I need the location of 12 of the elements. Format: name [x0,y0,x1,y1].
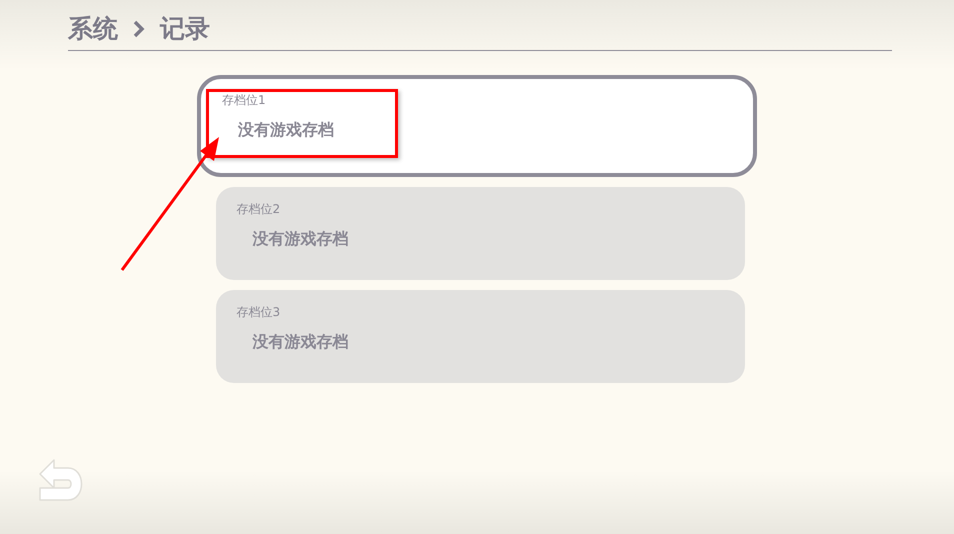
save-slot[interactable]: 存档位1 没有游戏存档 [197,75,757,177]
save-slot[interactable]: 存档位3 没有游戏存档 [216,290,744,383]
slot-status: 没有游戏存档 [252,332,348,352]
breadcrumb-item: 记录 [160,14,210,44]
slot-label: 存档位1 [222,92,266,108]
slot-status: 没有游戏存档 [252,229,348,249]
slot-label: 存档位3 [236,304,280,320]
slot-status: 没有游戏存档 [238,120,334,140]
save-slot[interactable]: 存档位2 没有游戏存档 [216,187,744,280]
breadcrumb-item: 系统 [68,14,118,44]
chevron-icon [132,19,146,39]
slot-label: 存档位2 [236,201,280,217]
